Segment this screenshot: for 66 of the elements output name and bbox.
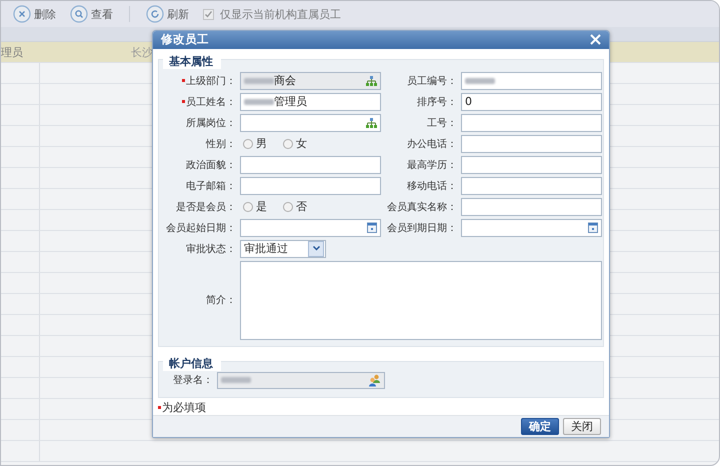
field-label: 会员起始日期：: [165, 222, 236, 235]
login-name-field[interactable]: [217, 372, 385, 389]
table-cell: 长沙: [131, 44, 153, 60]
dialog-title: 修改员工: [161, 32, 209, 48]
input-field[interactable]: [240, 218, 381, 237]
redacted-text: [221, 377, 251, 384]
field-label: 员工姓名：: [160, 94, 236, 109]
required-note: 为必填项: [158, 400, 604, 415]
chevron-down-icon: [312, 246, 320, 252]
radio-option[interactable]: 男: [243, 136, 267, 152]
field-label: 政治面貌：: [185, 158, 236, 172]
field-label: 工号：: [426, 116, 457, 130]
field-label: 所属岗位：: [185, 116, 236, 130]
toolbar-button[interactable]: 刷新: [142, 5, 193, 23]
field-label: 简介：: [205, 294, 236, 308]
input-field[interactable]: [461, 176, 602, 195]
hierarchy-icon[interactable]: [366, 118, 377, 128]
status-dropdown[interactable]: 审批通过: [240, 240, 326, 258]
field-label: 办公电话：: [406, 138, 457, 151]
refresh-icon: [146, 5, 164, 23]
field-label: 移动电话：: [406, 180, 457, 193]
input-field[interactable]: [461, 218, 602, 237]
input-field[interactable]: [461, 198, 602, 216]
calendar-icon[interactable]: [588, 222, 598, 234]
toolbar-button[interactable]: 删除: [9, 5, 60, 23]
intro-textarea[interactable]: [240, 260, 602, 340]
input-field[interactable]: [240, 114, 381, 132]
field-label: 员工编号：: [406, 74, 457, 88]
checkbox[interactable]: [203, 8, 214, 20]
close-icon: [13, 5, 31, 23]
calendar-icon[interactable]: [367, 222, 377, 234]
input-field[interactable]: [461, 134, 602, 153]
field-label: 电子邮箱：: [185, 180, 236, 193]
field-label: 是否是会员：: [175, 200, 236, 214]
input-field[interactable]: [240, 156, 381, 174]
input-field[interactable]: [461, 72, 602, 90]
section-legend: 基本属性: [163, 54, 221, 69]
field-label: 会员真实名称：: [386, 200, 457, 214]
input-field[interactable]: 0: [461, 92, 602, 111]
field-label: 排序号：: [416, 96, 457, 109]
dialog-button[interactable]: 关闭: [563, 418, 601, 435]
field-label: 会员到期日期：: [386, 222, 457, 235]
input-field[interactable]: 商会: [240, 72, 381, 90]
redacted-text: [244, 98, 274, 105]
redacted-text: [465, 78, 495, 84]
input-field[interactable]: [461, 156, 602, 174]
input-field[interactable]: 管理员: [240, 92, 381, 111]
field-label: 最高学历：: [406, 158, 457, 172]
table-cell-text: 理员: [1, 44, 24, 60]
hierarchy-icon[interactable]: [366, 76, 377, 86]
radio-option[interactable]: 否: [283, 199, 307, 214]
redacted-text: [244, 78, 274, 84]
input-field[interactable]: [461, 114, 602, 132]
section-legend: 帐户信息: [163, 356, 221, 371]
toolbar-button[interactable]: 查看: [66, 5, 117, 23]
users-icon[interactable]: [368, 374, 381, 387]
field-label: 上级部门：: [160, 74, 236, 88]
close-icon[interactable]: [590, 34, 601, 46]
radio-option[interactable]: 是: [243, 199, 267, 214]
search-icon: [70, 5, 88, 23]
radio-option[interactable]: 女: [283, 136, 307, 152]
field-label: 审批状态：: [185, 242, 236, 256]
input-field[interactable]: [240, 176, 381, 195]
field-label: 性别：: [204, 138, 236, 151]
dialog-button[interactable]: 确定: [521, 418, 559, 435]
field-label: 登录名：: [172, 374, 213, 388]
